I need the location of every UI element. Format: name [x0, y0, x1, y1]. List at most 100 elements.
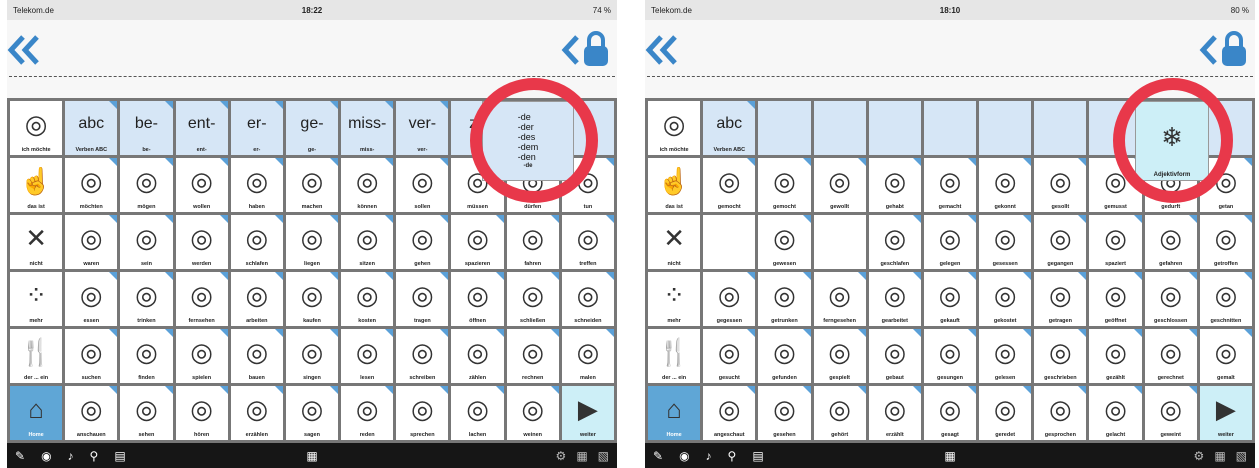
symbol-cell[interactable]: ◎ möchten — [65, 158, 118, 212]
symbol-cell[interactable]: ◎ finden — [120, 329, 173, 383]
symbol-cell[interactable]: ◎ gemocht — [758, 158, 811, 212]
symbol-cell[interactable]: ◎ ich möchte — [648, 101, 701, 155]
symbol-cell[interactable]: ◎ erzählen — [230, 386, 283, 440]
symbol-cell[interactable]: ◎ geöffnet — [1089, 272, 1142, 326]
symbol-cell[interactable]: ◎ singen — [285, 329, 339, 383]
symbol-cell[interactable]: ◎ gehabt — [868, 158, 921, 212]
search-icon[interactable]: ⚲ — [90, 449, 99, 463]
symbol-cell[interactable]: ◎ gesungen — [923, 329, 977, 383]
symbol-cell[interactable]: miss-miss- — [341, 101, 394, 155]
symbol-cell[interactable]: ◎ gesehen — [758, 386, 811, 440]
symbol-cell[interactable]: ◎ gekostet — [979, 272, 1032, 326]
symbol-cell[interactable]: abc Verben ABC — [703, 101, 756, 155]
lock-icon[interactable] — [581, 29, 611, 69]
symbol-cell[interactable]: ◎ gehört — [813, 386, 866, 440]
symbol-cell[interactable]: ◎ geschnitten — [1199, 272, 1252, 326]
symbol-cell[interactable]: ◎ tragen — [396, 272, 449, 326]
symbol-cell[interactable]: ◎ gemusst — [1089, 158, 1142, 212]
voice-icon[interactable]: ♪ — [68, 449, 74, 463]
symbol-cell[interactable]: ◎ reden — [341, 386, 394, 440]
symbol-cell[interactable]: ◎ gelacht — [1089, 386, 1142, 440]
symbol-cell[interactable]: ◎ gefahren — [1144, 215, 1197, 269]
symbol-cell[interactable]: ◎ lachen — [451, 386, 504, 440]
symbol-cell[interactable]: ◎ gegangen — [1034, 215, 1087, 269]
grid-edit-icon[interactable]: ⚙ — [1194, 449, 1205, 463]
symbol-cell[interactable]: ◎ schreiben — [396, 329, 449, 383]
grid-icon[interactable]: ▦ — [576, 449, 587, 463]
symbol-cell[interactable]: ⁘ mehr — [10, 272, 63, 326]
symbol-cell[interactable]: ◎ schließen — [506, 272, 559, 326]
lock-icon[interactable] — [1219, 29, 1249, 69]
symbol-cell[interactable]: ◎ liegen — [285, 215, 339, 269]
symbol-cell[interactable]: ◎ mögen — [120, 158, 173, 212]
book-icon[interactable]: ▤ — [752, 449, 763, 463]
symbol-cell[interactable]: ◎ hören — [175, 386, 228, 440]
keyboard-icon[interactable]: ▦ — [306, 449, 317, 463]
symbol-cell[interactable]: abc Verben ABC — [65, 101, 118, 155]
grid-icon[interactable]: ▦ — [1214, 449, 1225, 463]
symbol-cell[interactable]: ◎ geweint — [1144, 386, 1197, 440]
symbol-cell[interactable]: ◎ erzählt — [868, 386, 921, 440]
pencil-icon[interactable]: ✎ — [653, 449, 663, 463]
symbol-cell[interactable]: ◎ gefunden — [758, 329, 811, 383]
symbol-cell[interactable]: ◎ ich möchte — [10, 101, 63, 155]
symbol-cell[interactable]: ◎ geschrieben — [1034, 329, 1087, 383]
symbol-cell[interactable]: 🍴 der ... ein — [10, 329, 63, 383]
symbol-cell[interactable]: ◎ spazieren — [451, 215, 504, 269]
symbol-cell[interactable]: ◎ bauen — [230, 329, 283, 383]
symbol-cell[interactable]: ◎ werden — [175, 215, 228, 269]
symbol-cell[interactable] — [813, 215, 866, 269]
voice-icon[interactable]: ♪ — [706, 449, 712, 463]
symbol-cell[interactable]: ◎ geschlossen — [1144, 272, 1197, 326]
symbol-cell[interactable]: ent-ent- — [175, 101, 228, 155]
symbol-cell[interactable]: ◎ getroffen — [1199, 215, 1252, 269]
symbol-cell[interactable]: ◎ spielen — [175, 329, 228, 383]
symbol-cell[interactable]: ◎ rechnen — [506, 329, 559, 383]
symbol-cell[interactable]: ◎ kosten — [341, 272, 394, 326]
symbol-cell[interactable]: ⌂ Home — [648, 386, 701, 440]
article-suffix-button[interactable]: -de -der -des -dem -den -de — [482, 101, 574, 181]
search-icon[interactable]: ⚲ — [728, 449, 737, 463]
symbol-cell[interactable]: ⁘ mehr — [648, 272, 701, 326]
symbol-cell[interactable]: ◎ gesollt — [1034, 158, 1087, 212]
symbol-cell[interactable]: ◎ spaziert — [1089, 215, 1142, 269]
symbol-cell[interactable]: ◎ getrunken — [758, 272, 811, 326]
symbol-cell[interactable]: ◎ fernsehen — [175, 272, 228, 326]
symbol-cell[interactable]: ◎ gegessen — [703, 272, 756, 326]
chevron-left-icon[interactable] — [1197, 33, 1219, 67]
symbol-cell[interactable]: ◎ öffnen — [451, 272, 504, 326]
symbol-cell[interactable]: ◎ getragen — [1034, 272, 1087, 326]
symbol-cell[interactable]: ◎ gesessen — [979, 215, 1032, 269]
symbol-cell[interactable]: ◎ arbeiten — [230, 272, 283, 326]
keyboard-icon[interactable]: ▦ — [944, 449, 955, 463]
symbol-cell[interactable]: ◎ schneiden — [561, 272, 614, 326]
symbol-cell[interactable]: ◎ sollen — [396, 158, 449, 212]
symbol-cell[interactable]: ✕ nicht — [648, 215, 701, 269]
symbol-cell[interactable]: ◎ gemocht — [703, 158, 756, 212]
symbol-cell[interactable]: be-be- — [120, 101, 173, 155]
symbol-cell[interactable]: ◎ gewesen — [758, 215, 811, 269]
symbol-cell[interactable]: ◎ kaufen — [285, 272, 339, 326]
symbol-cell[interactable]: ge-ge- — [285, 101, 339, 155]
symbol-cell[interactable]: ver-ver- — [396, 101, 449, 155]
symbol-cell[interactable]: ☝ das ist — [648, 158, 701, 212]
symbol-cell[interactable]: ◎ sagen — [285, 386, 339, 440]
symbol-cell[interactable]: ◎ geredet — [979, 386, 1032, 440]
symbol-cell[interactable]: ◎ weinen — [506, 386, 559, 440]
symbol-cell[interactable]: ◎ anschauen — [65, 386, 118, 440]
symbol-cell[interactable]: ◎ gemacht — [923, 158, 977, 212]
symbol-cell[interactable]: ▶ weiter — [1199, 386, 1252, 440]
symbol-cell[interactable]: ◎ ferngesehen — [813, 272, 866, 326]
symbol-cell[interactable]: ◎ sein — [120, 215, 173, 269]
double-chevron-left-icon[interactable] — [7, 33, 41, 67]
symbol-cell[interactable]: ◎ sitzen — [341, 215, 394, 269]
pencil-icon[interactable]: ✎ — [15, 449, 25, 463]
symbol-cell[interactable]: ◎ gelesen — [979, 329, 1032, 383]
symbol-cell[interactable]: ◎ zählen — [451, 329, 504, 383]
symbol-cell[interactable]: ◎ essen — [65, 272, 118, 326]
symbol-cell[interactable]: ◎ gekauft — [923, 272, 977, 326]
grid-resize-icon[interactable]: ▧ — [598, 449, 609, 463]
speaker-icon[interactable]: ◉ — [41, 449, 51, 463]
symbol-cell[interactable]: ◎ gehen — [396, 215, 449, 269]
symbol-cell[interactable]: ◎ schlafen — [230, 215, 283, 269]
